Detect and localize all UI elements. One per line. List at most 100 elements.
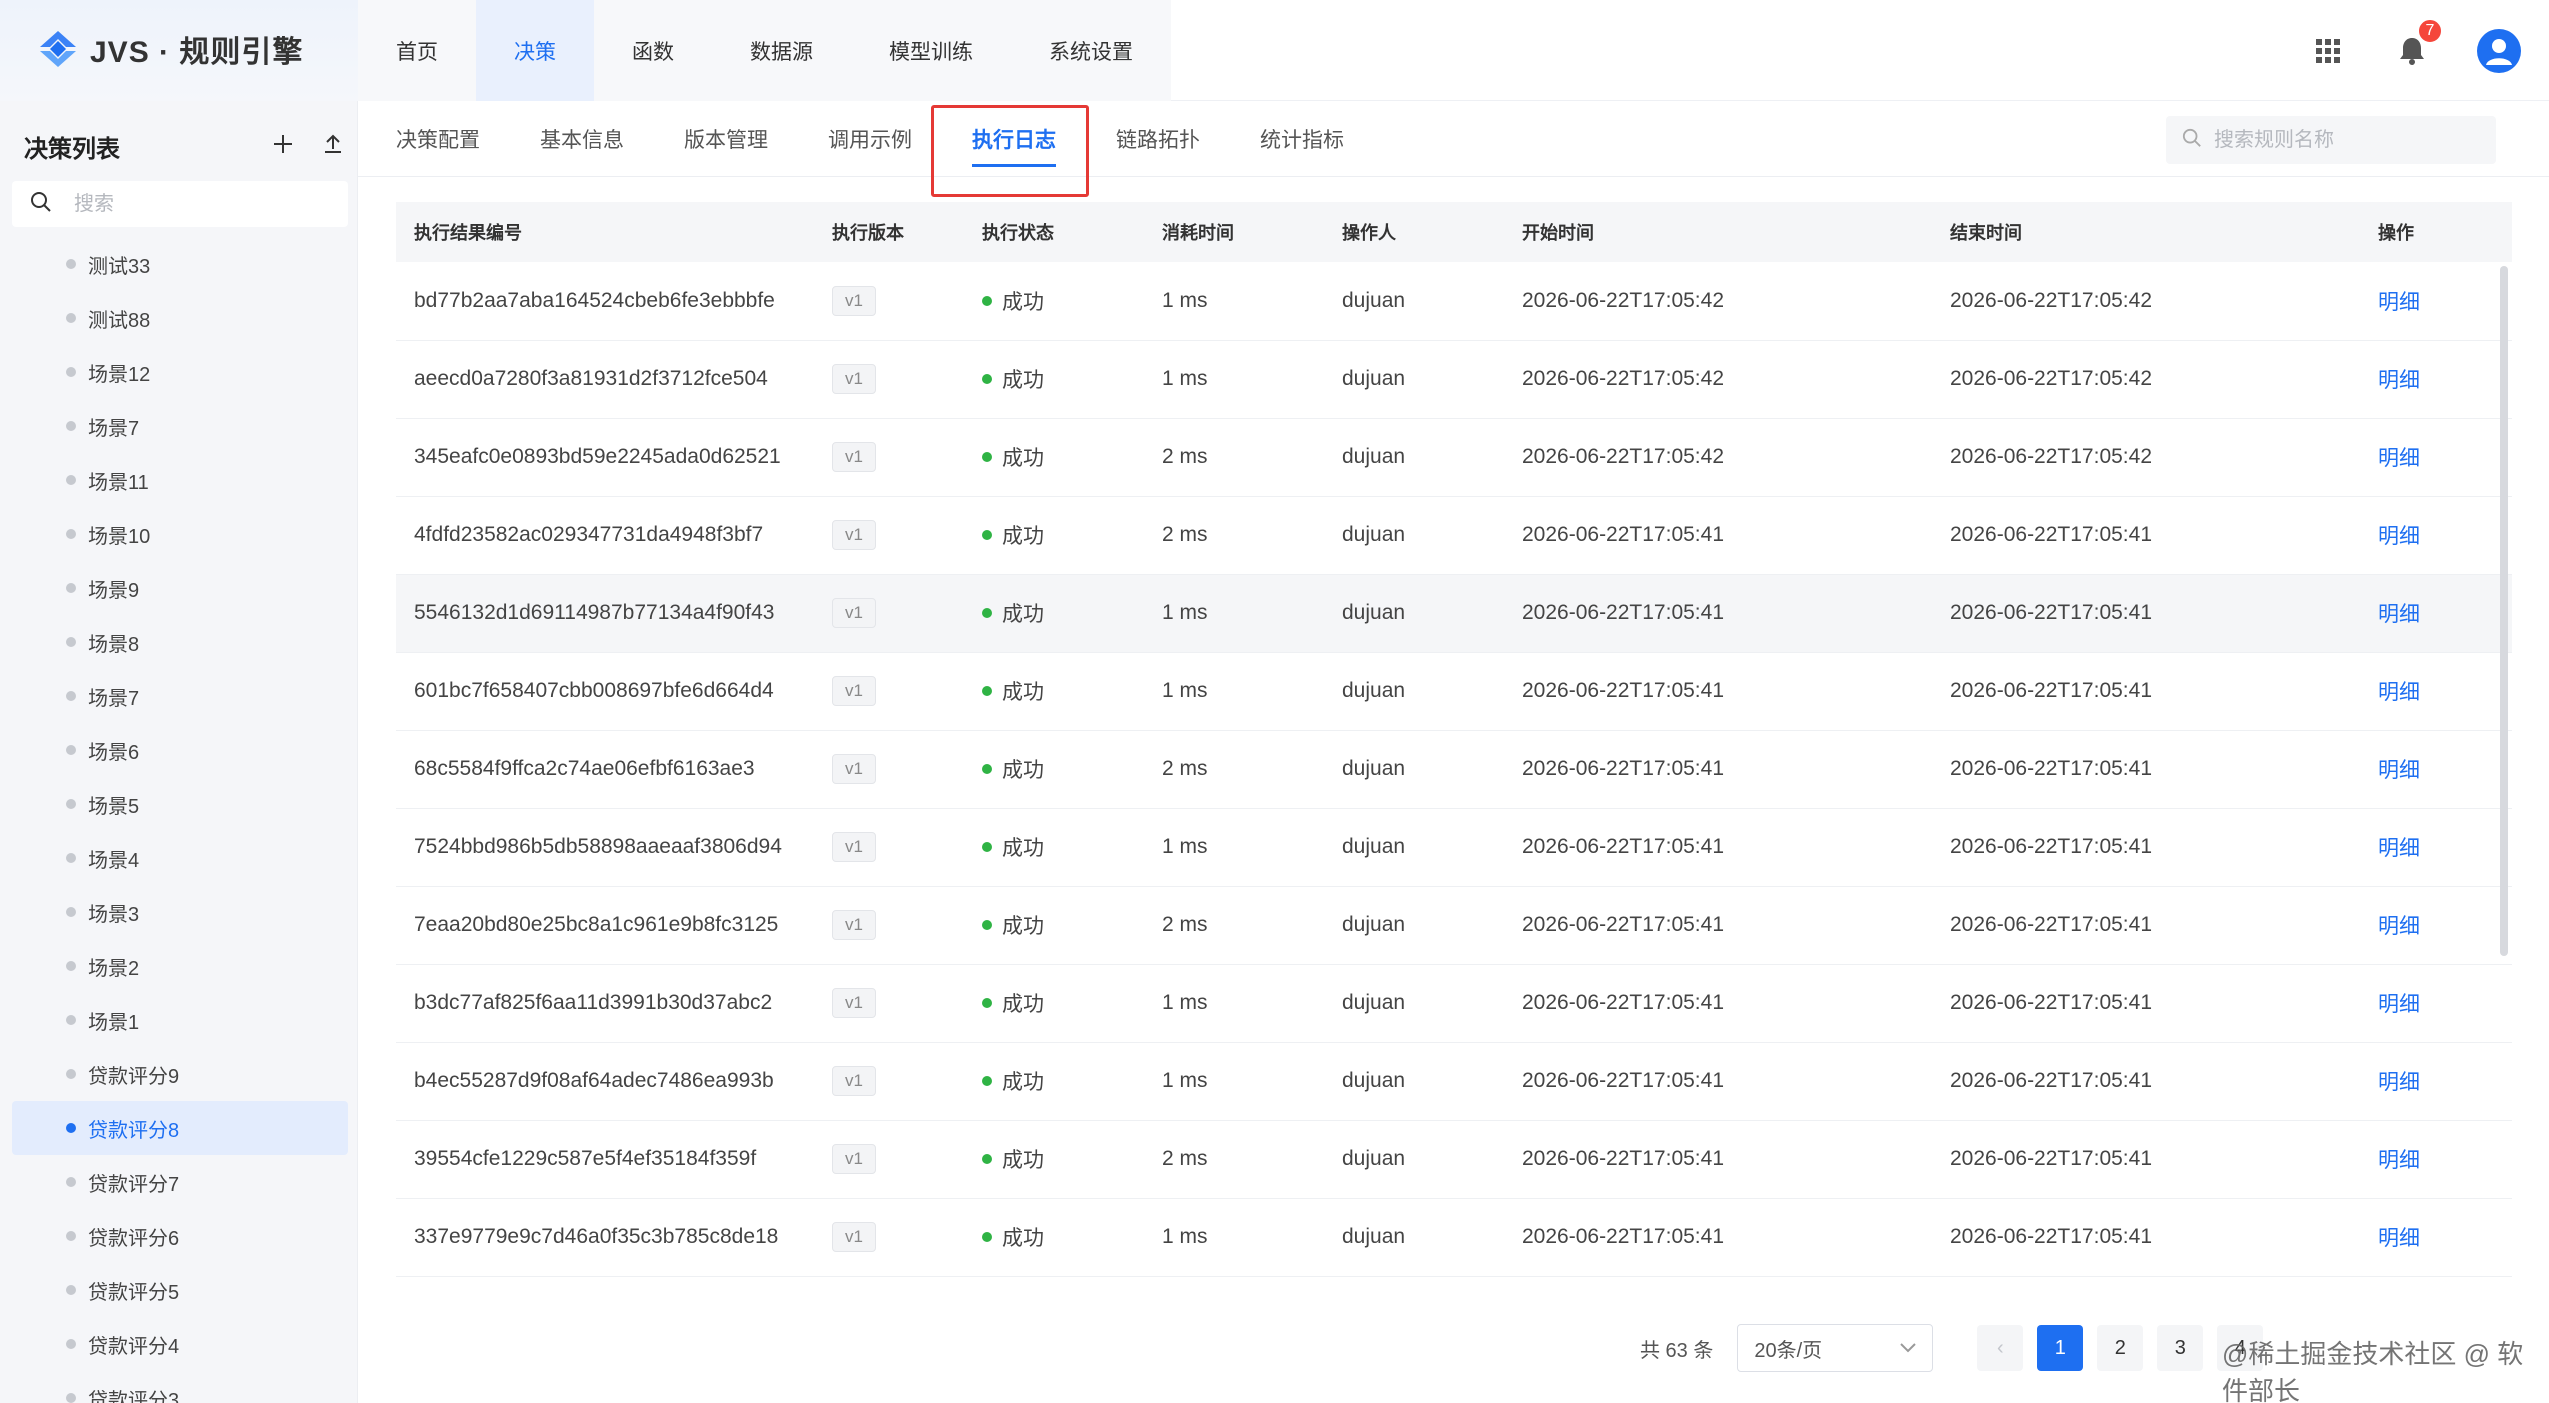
detail-link[interactable]: 明细 bbox=[2378, 1071, 2420, 1094]
decision-item-label: 场景6 bbox=[88, 741, 140, 764]
detail-link[interactable]: 明细 bbox=[2378, 525, 2420, 548]
duration-cell: 1 ms bbox=[1162, 288, 1208, 312]
rule-search-input[interactable] bbox=[2214, 128, 2484, 152]
detail-link[interactable]: 明细 bbox=[2378, 837, 2420, 860]
action-cell: 明细 bbox=[2360, 964, 2512, 1042]
decision-item-label: 测试33 bbox=[88, 255, 151, 278]
decision-item[interactable]: 场景9 bbox=[12, 561, 348, 615]
table-row[interactable]: bd77b2aa7aba164524cbeb6fe3ebbbfe v1 成功 1 ms… bbox=[396, 262, 2512, 340]
user-avatar[interactable] bbox=[2477, 28, 2521, 73]
start-time-cell: 2026-06-22T17:05:42 bbox=[1522, 367, 1724, 390]
decision-item[interactable]: 贷款评分4 bbox=[12, 1317, 348, 1371]
decision-item[interactable]: 贷款评分3 bbox=[12, 1371, 348, 1403]
decision-item[interactable]: 测试33 bbox=[12, 237, 348, 291]
status-text: 成功 bbox=[1002, 369, 1044, 392]
status-text: 成功 bbox=[1002, 525, 1044, 548]
tab-execution-log[interactable]: 执行日志 bbox=[972, 101, 1056, 177]
apps-grid-icon[interactable] bbox=[2309, 32, 2347, 70]
table-row[interactable]: 601bc7f658407cbb008697bfe6d664d4 v1 成功 1 ms… bbox=[396, 652, 2512, 730]
table-row[interactable]: 68c5584f9ffca2c74ae06efbf6163ae3 v1 成功 2 ms… bbox=[396, 730, 2512, 808]
table-row[interactable]: 7eaa20bd80e25bc8a1c961e9b8fc3125 v1 成功 2 ms… bbox=[396, 886, 2512, 964]
sidebar-actions bbox=[272, 133, 344, 160]
decision-item[interactable]: 场景2 bbox=[12, 939, 348, 993]
operator-cell: dujuan bbox=[1342, 601, 1406, 624]
table-row[interactable]: b3dc77af825f6aa11d3991b30d37abc2 v1 成功 1 ms… bbox=[396, 964, 2512, 1042]
tab-call-example[interactable]: 调用示例 bbox=[828, 101, 912, 177]
start-time-cell: 2026-06-22T17:05:42 bbox=[1522, 288, 1724, 312]
decision-item[interactable]: 场景1 bbox=[12, 993, 348, 1047]
decision-item[interactable]: 场景3 bbox=[12, 885, 348, 939]
nav-model-training[interactable]: 模型训练 bbox=[851, 0, 1011, 101]
detail-link[interactable]: 明细 bbox=[2378, 993, 2420, 1016]
sidebar-header: 决策列表 bbox=[24, 121, 344, 171]
detail-link[interactable]: 明细 bbox=[2378, 369, 2420, 392]
detail-link[interactable]: 明细 bbox=[2378, 1227, 2420, 1250]
decision-item-label: 场景3 bbox=[88, 903, 140, 926]
result-id-cell: 601bc7f658407cbb008697bfe6d664d4 bbox=[414, 679, 774, 702]
nav-home[interactable]: 首页 bbox=[358, 0, 476, 101]
detail-link[interactable]: 明细 bbox=[2378, 915, 2420, 938]
decision-item[interactable]: 场景10 bbox=[12, 507, 348, 561]
notification-bell-icon[interactable]: 7 bbox=[2393, 17, 2443, 70]
end-time-cell: 2026-06-22T17:05:41 bbox=[1950, 523, 2152, 546]
decision-item[interactable]: 场景8 bbox=[12, 615, 348, 669]
column-header: 消耗时间 bbox=[1162, 223, 1234, 243]
page-size-select[interactable]: 20条/页 bbox=[1737, 1324, 1934, 1372]
add-icon[interactable] bbox=[272, 133, 294, 160]
decision-item[interactable]: 场景7 bbox=[12, 399, 348, 453]
end-time-cell: 2026-06-22T17:05:41 bbox=[1950, 1225, 2152, 1248]
decision-item[interactable]: 贷款评分9 bbox=[12, 1047, 348, 1101]
decision-item-label: 场景4 bbox=[88, 849, 140, 872]
column-header: 执行版本 bbox=[832, 223, 904, 243]
nav-functions[interactable]: 函数 bbox=[594, 0, 712, 101]
tab-decision-config[interactable]: 决策配置 bbox=[396, 101, 480, 177]
tab-version-management[interactable]: 版本管理 bbox=[684, 101, 768, 177]
page-button[interactable]: 2 bbox=[2097, 1325, 2144, 1371]
end-time-cell: 2026-06-22T17:05:41 bbox=[1950, 835, 2152, 858]
table-row[interactable]: 4fdfd23582ac029347731da4948f3bf7 v1 成功 2 ms… bbox=[396, 496, 2512, 574]
detail-link[interactable]: 明细 bbox=[2378, 447, 2420, 470]
version-tag: v1 bbox=[832, 910, 876, 940]
detail-link[interactable]: 明细 bbox=[2378, 1149, 2420, 1172]
table-scrollbar[interactable] bbox=[2500, 266, 2508, 956]
page-button[interactable]: 3 bbox=[2157, 1325, 2204, 1371]
table-row[interactable]: aeecd0a7280f3a81931d2f3712fce504 v1 成功 1 ms… bbox=[396, 340, 2512, 418]
decision-item[interactable]: 贷款评分5 bbox=[12, 1263, 348, 1317]
decision-item-selected[interactable]: 贷款评分8 bbox=[12, 1101, 348, 1155]
detail-link[interactable]: 明细 bbox=[2378, 681, 2420, 704]
table-row[interactable]: 337e9779e9c7d46a0f35c3b785c8de18 v1 成功 1 ms… bbox=[396, 1198, 2512, 1276]
detail-link[interactable]: 明细 bbox=[2378, 603, 2420, 626]
tab-link-topology[interactable]: 链路拓扑 bbox=[1116, 101, 1200, 177]
decision-item[interactable]: 场景11 bbox=[12, 453, 348, 507]
decision-item[interactable]: 场景6 bbox=[12, 723, 348, 777]
decision-item[interactable]: 场景12 bbox=[12, 345, 348, 399]
decision-item[interactable]: 场景4 bbox=[12, 831, 348, 885]
detail-link[interactable]: 明细 bbox=[2378, 759, 2420, 782]
nav-decision[interactable]: 决策 bbox=[476, 0, 594, 101]
decision-item[interactable]: 贷款评分6 bbox=[12, 1209, 348, 1263]
table-row[interactable]: 5546132d1d69114987b77134a4f90f43 v1 成功 1 ms… bbox=[396, 574, 2512, 652]
upload-icon[interactable] bbox=[322, 133, 344, 160]
sidebar-search-input[interactable] bbox=[74, 192, 324, 216]
decision-item[interactable]: 测试88 bbox=[12, 291, 348, 345]
tab-statistics[interactable]: 统计指标 bbox=[1260, 101, 1344, 177]
result-id-cell: 7524bbd986b5db58898aaeaaf3806d94 bbox=[414, 835, 782, 858]
status-indicator: 成功 bbox=[982, 364, 1044, 394]
table-row[interactable]: 7524bbd986b5db58898aaeaaf3806d94 v1 成功 1 ms… bbox=[396, 808, 2512, 886]
result-id-cell: b4ec55287d9f08af64adec7486ea993b bbox=[414, 1069, 774, 1092]
status-text: 成功 bbox=[1002, 447, 1044, 470]
decision-item[interactable]: 场景5 bbox=[12, 777, 348, 831]
table-row[interactable]: 39554cfe1229c587e5f4ef35184f359f v1 成功 2 ms… bbox=[396, 1120, 2512, 1198]
notification-badge: 7 bbox=[2417, 17, 2443, 44]
nav-system-settings[interactable]: 系统设置 bbox=[1011, 0, 1171, 101]
decision-item[interactable]: 贷款评分7 bbox=[12, 1155, 348, 1209]
detail-link[interactable]: 明细 bbox=[2378, 291, 2420, 314]
decision-item[interactable]: 场景7 bbox=[12, 669, 348, 723]
nav-datasource[interactable]: 数据源 bbox=[712, 0, 851, 101]
prev-page-button[interactable]: ‹ bbox=[1977, 1325, 2024, 1371]
app-logo[interactable]: JVS · 规则引擎 bbox=[36, 24, 303, 74]
table-row[interactable]: b4ec55287d9f08af64adec7486ea993b v1 成功 1 ms… bbox=[396, 1042, 2512, 1120]
table-row[interactable]: 345eafc0e0893bd59e2245ada0d62521 v1 成功 2 ms… bbox=[396, 418, 2512, 496]
tab-basic-info[interactable]: 基本信息 bbox=[540, 101, 624, 177]
page-button[interactable]: 1 bbox=[2037, 1325, 2084, 1371]
